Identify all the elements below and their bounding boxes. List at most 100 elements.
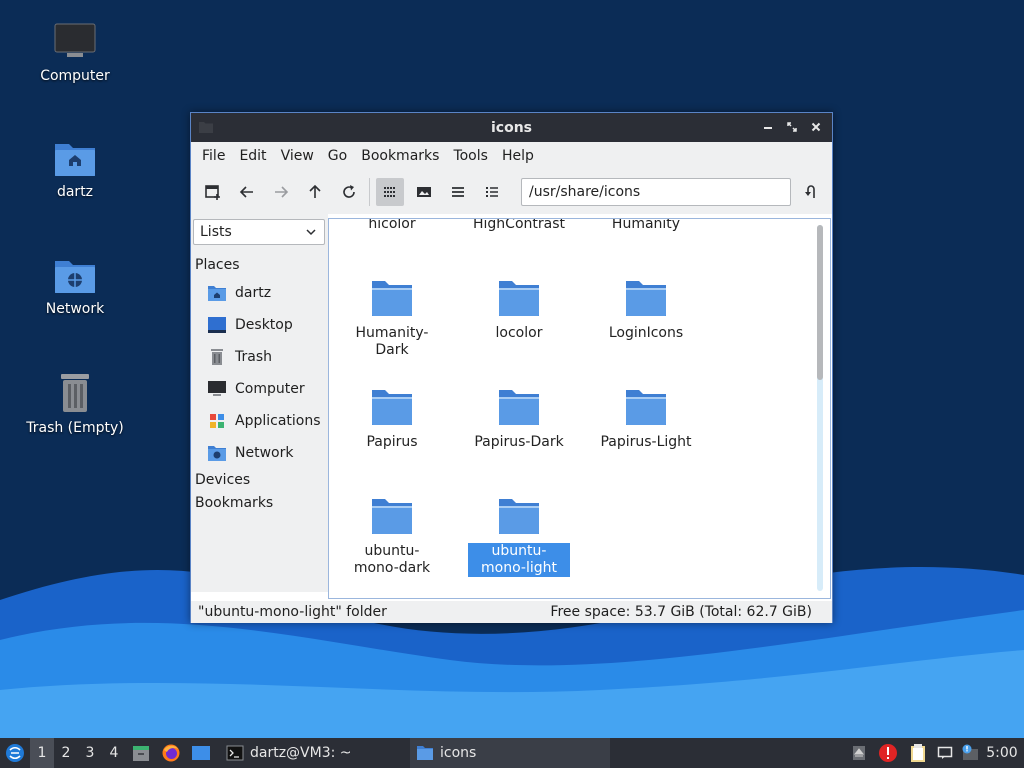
folder-icon [417,746,433,760]
folder-item-label[interactable]: HighContrast [464,219,574,232]
folder-item-selected[interactable]: ubuntu-mono-light [464,497,574,577]
folder-item[interactable]: LoginIcons [591,279,701,342]
workspace-2[interactable]: 2 [54,738,78,768]
folder-item-label: LoginIcons [608,325,684,341]
task-terminal[interactable]: dartz@VM3: ~ [220,738,410,768]
folder-icon [499,499,539,534]
desktop-icon-label: Computer [40,68,110,84]
update-notifier[interactable] [872,743,904,763]
folder-item[interactable]: Papirus-Dark [464,388,574,451]
sidebar-item-computer[interactable]: Computer [207,380,305,398]
forward-button[interactable] [267,178,295,206]
desktop-icon-label: Network [45,301,105,317]
firefox-launcher[interactable] [156,743,186,763]
compact-view-button[interactable] [444,178,472,206]
detailed-list-button[interactable] [478,178,506,206]
reload-button[interactable] [335,178,363,206]
folder-icon [372,390,412,425]
desktop-icon-dartz[interactable]: dartz [15,138,135,200]
sidebar-item-dartz[interactable]: dartz [207,284,271,302]
message-icon [937,746,953,759]
sidebar-item-applications[interactable]: Applications [207,412,321,430]
sidebar-item-trash[interactable]: Trash [207,348,272,366]
workspace-1[interactable]: 1 [30,738,54,768]
menu-view[interactable]: View [274,148,321,164]
file-view[interactable]: hicolor HighContrast Humanity Humanity-D… [328,218,831,599]
detailed-list-icon [486,187,498,197]
sidebar-item-label: Desktop [235,317,293,333]
desktop-icon-network[interactable]: Network [15,255,135,317]
status-free-space: Free space: 53.7 GiB (Total: 62.7 GiB) [550,604,812,620]
eject-button[interactable] [846,745,872,761]
folder-item[interactable]: Papirus [337,388,447,451]
close-button[interactable] [806,117,826,137]
network-folder-icon [208,446,226,461]
workspace-4[interactable]: 4 [102,738,126,768]
start-menu-button[interactable] [0,738,30,768]
up-arrow-icon [309,184,321,198]
go-arrow-icon [805,185,815,198]
compact-view-icon [452,187,464,197]
places-heading[interactable]: Places [195,257,240,273]
desktop-icon-trash[interactable]: Trash (Empty) [15,372,135,436]
back-button[interactable] [233,178,261,206]
devices-heading[interactable]: Devices [195,472,250,488]
maximize-button[interactable] [782,117,802,137]
minimize-icon [764,127,772,129]
firefox-icon [162,744,180,762]
desktop-icon-computer[interactable]: Computer [15,22,135,84]
sidebar-item-label: Computer [235,381,305,397]
menu-help[interactable]: Help [495,148,541,164]
clipboard-button[interactable] [904,743,932,763]
sidebar-item-label: Applications [235,413,321,429]
folder-icon [372,499,412,534]
menu-bookmarks[interactable]: Bookmarks [354,148,446,164]
menu-go[interactable]: Go [321,148,354,164]
file-manager-launcher[interactable] [126,743,156,763]
folder-item[interactable]: Papirus-Light [591,388,701,451]
network-status-button[interactable] [958,744,984,762]
menu-bar: File Edit View Go Bookmarks Tools Help [191,142,832,170]
icon-view-icon [384,187,395,197]
folder-item-label[interactable]: Humanity [591,219,701,232]
folder-item[interactable]: ubuntu-mono-dark [337,497,447,577]
go-button[interactable] [797,178,825,206]
sidebar-mode-value: Lists [200,224,232,240]
folder-item-label: ubuntu-mono-light [468,543,570,577]
menu-edit[interactable]: Edit [232,148,273,164]
minimize-button[interactable] [758,117,778,137]
new-tab-button[interactable] [199,178,227,206]
folder-icon [499,390,539,425]
menu-tools[interactable]: Tools [446,148,495,164]
sidebar-mode-select[interactable]: Lists [193,219,325,245]
icon-view-button[interactable] [376,178,404,206]
vertical-scrollbar[interactable] [817,225,823,591]
show-desktop-button[interactable] [186,743,216,763]
folder-icon [499,281,539,316]
back-arrow-icon [239,186,253,198]
workspace-3[interactable]: 3 [78,738,102,768]
bookmarks-heading[interactable]: Bookmarks [195,495,273,511]
thumbnail-view-icon [417,187,431,197]
sidebar-item-desktop[interactable]: Desktop [207,316,293,334]
clock-time: 5:00 [986,745,1018,761]
clock[interactable]: 5:00 [984,745,1024,761]
folder-item[interactable]: Humanity-Dark [337,279,447,359]
window-titlebar[interactable]: icons [191,113,832,142]
folder-item-label[interactable]: hicolor [337,219,447,232]
menu-file[interactable]: File [195,148,232,164]
notifications-button[interactable] [932,745,958,761]
reload-icon [343,185,355,198]
trash-icon [211,349,223,365]
folder-item[interactable]: locolor [464,279,574,342]
up-button[interactable] [301,178,329,206]
task-icons-window[interactable]: icons [410,738,610,768]
path-input[interactable] [521,178,791,206]
folder-item-label: Papirus-Dark [474,434,564,450]
sidebar-item-network[interactable]: Network [207,444,293,462]
sidebar-item-label: dartz [235,285,272,301]
status-selection: "ubuntu-mono-light" folder [198,604,387,620]
thumbnail-view-button[interactable] [410,178,438,206]
folder-item-label: Papirus-Light [600,434,692,450]
scrollbar-thumb[interactable] [817,225,823,380]
